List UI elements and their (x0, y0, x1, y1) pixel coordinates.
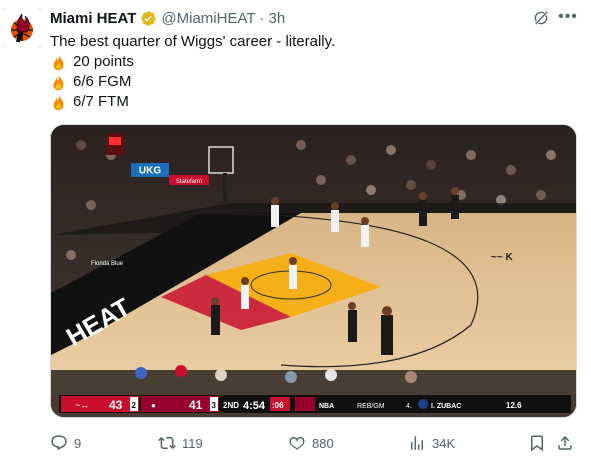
reply-button[interactable]: 9 (50, 432, 81, 454)
display-name[interactable]: Miami HEAT (50, 10, 136, 27)
stat-line: 6/7 FTM (50, 92, 335, 112)
quarter: 2ND (223, 401, 239, 410)
stat-label: 6/6 FGM (73, 73, 132, 90)
timestamp[interactable]: 3h (269, 10, 286, 27)
game-clock: 4:54 (243, 400, 266, 412)
miami-heat-logo-icon (2, 8, 42, 48)
shot-clock: :06 (272, 401, 284, 410)
fire-emoji-icon (53, 93, 64, 111)
avatar[interactable] (2, 8, 42, 48)
away-timeouts: 2 (132, 401, 137, 410)
stat-label: 6/7 FTM (73, 93, 129, 110)
scorebug: ~↔ 43 2 ● 41 3 2ND 4:54 :06 NBA REB/GM 4… (59, 395, 571, 413)
fire-emoji-icon (53, 53, 64, 71)
like-button[interactable]: 880 (288, 432, 334, 454)
retweet-count: 119 (182, 435, 203, 451)
more-options-icon[interactable]: ••• (558, 9, 578, 27)
tweet-main-text: The best quarter of Wiggs' career - lite… (50, 33, 336, 50)
home-timeouts: 3 (212, 401, 217, 410)
action-bar: 9 119 880 34K (50, 432, 577, 454)
heart-icon (289, 436, 305, 450)
views-count: 34K (432, 435, 456, 451)
reply-icon (51, 435, 67, 451)
sponsor-ukg: UKG (139, 166, 161, 177)
grok-icon[interactable] (532, 9, 550, 27)
stat-line: 20 points (50, 52, 335, 72)
stat-label: 20 points (73, 53, 134, 70)
basketball-game-frame: UKG Statefarm HEAT Florida Blue ~~ K ~↔ … (51, 125, 576, 417)
player-number: 4. (406, 403, 412, 410)
away-team-panel (61, 396, 139, 412)
share-icon (558, 435, 572, 450)
video-media[interactable]: UKG Statefarm HEAT Florida Blue ~~ K ~↔ … (50, 124, 577, 418)
handle[interactable]: @MiamiHEAT (161, 10, 255, 27)
heat-logo-icon: ● (151, 401, 156, 410)
home-score: 41 (189, 398, 203, 412)
stat-line: 6/6 FGM (50, 72, 335, 92)
reply-count: 9 (74, 435, 82, 451)
sponsor-florida-blue: Florida Blue (91, 261, 124, 267)
tweet-text: The best quarter of Wiggs' career - lite… (50, 32, 335, 112)
player-name: I. ZUBAC (431, 403, 461, 410)
tweet-header: Miami HEAT @MiamiHEAT · 3h (50, 8, 285, 28)
like-count: 880 (312, 435, 334, 451)
retweet-button[interactable]: 119 (158, 432, 203, 454)
away-score: 43 (109, 398, 123, 412)
bookmark-icon (531, 435, 543, 452)
league-label: NBA (319, 403, 334, 410)
separator-dot: · (259, 9, 265, 27)
retweet-icon (158, 436, 176, 450)
fire-emoji-icon (53, 73, 64, 91)
sponsor-statefarm: Statefarm (176, 179, 202, 185)
player-stat-value: 12.6 (506, 401, 522, 410)
verified-badge-icon[interactable] (140, 10, 157, 27)
clippers-logo-icon: ~↔ (75, 400, 89, 410)
views-button[interactable]: 34K (408, 432, 455, 454)
views-chart-icon (411, 436, 423, 450)
share-button[interactable] (556, 432, 580, 454)
tweet[interactable]: Miami HEAT @MiamiHEAT · 3h ••• The best … (0, 0, 591, 465)
stat-category: REB/GM (357, 403, 385, 410)
bookmark-button[interactable] (528, 432, 552, 454)
svg-text:~~ K: ~~ K (491, 252, 513, 263)
